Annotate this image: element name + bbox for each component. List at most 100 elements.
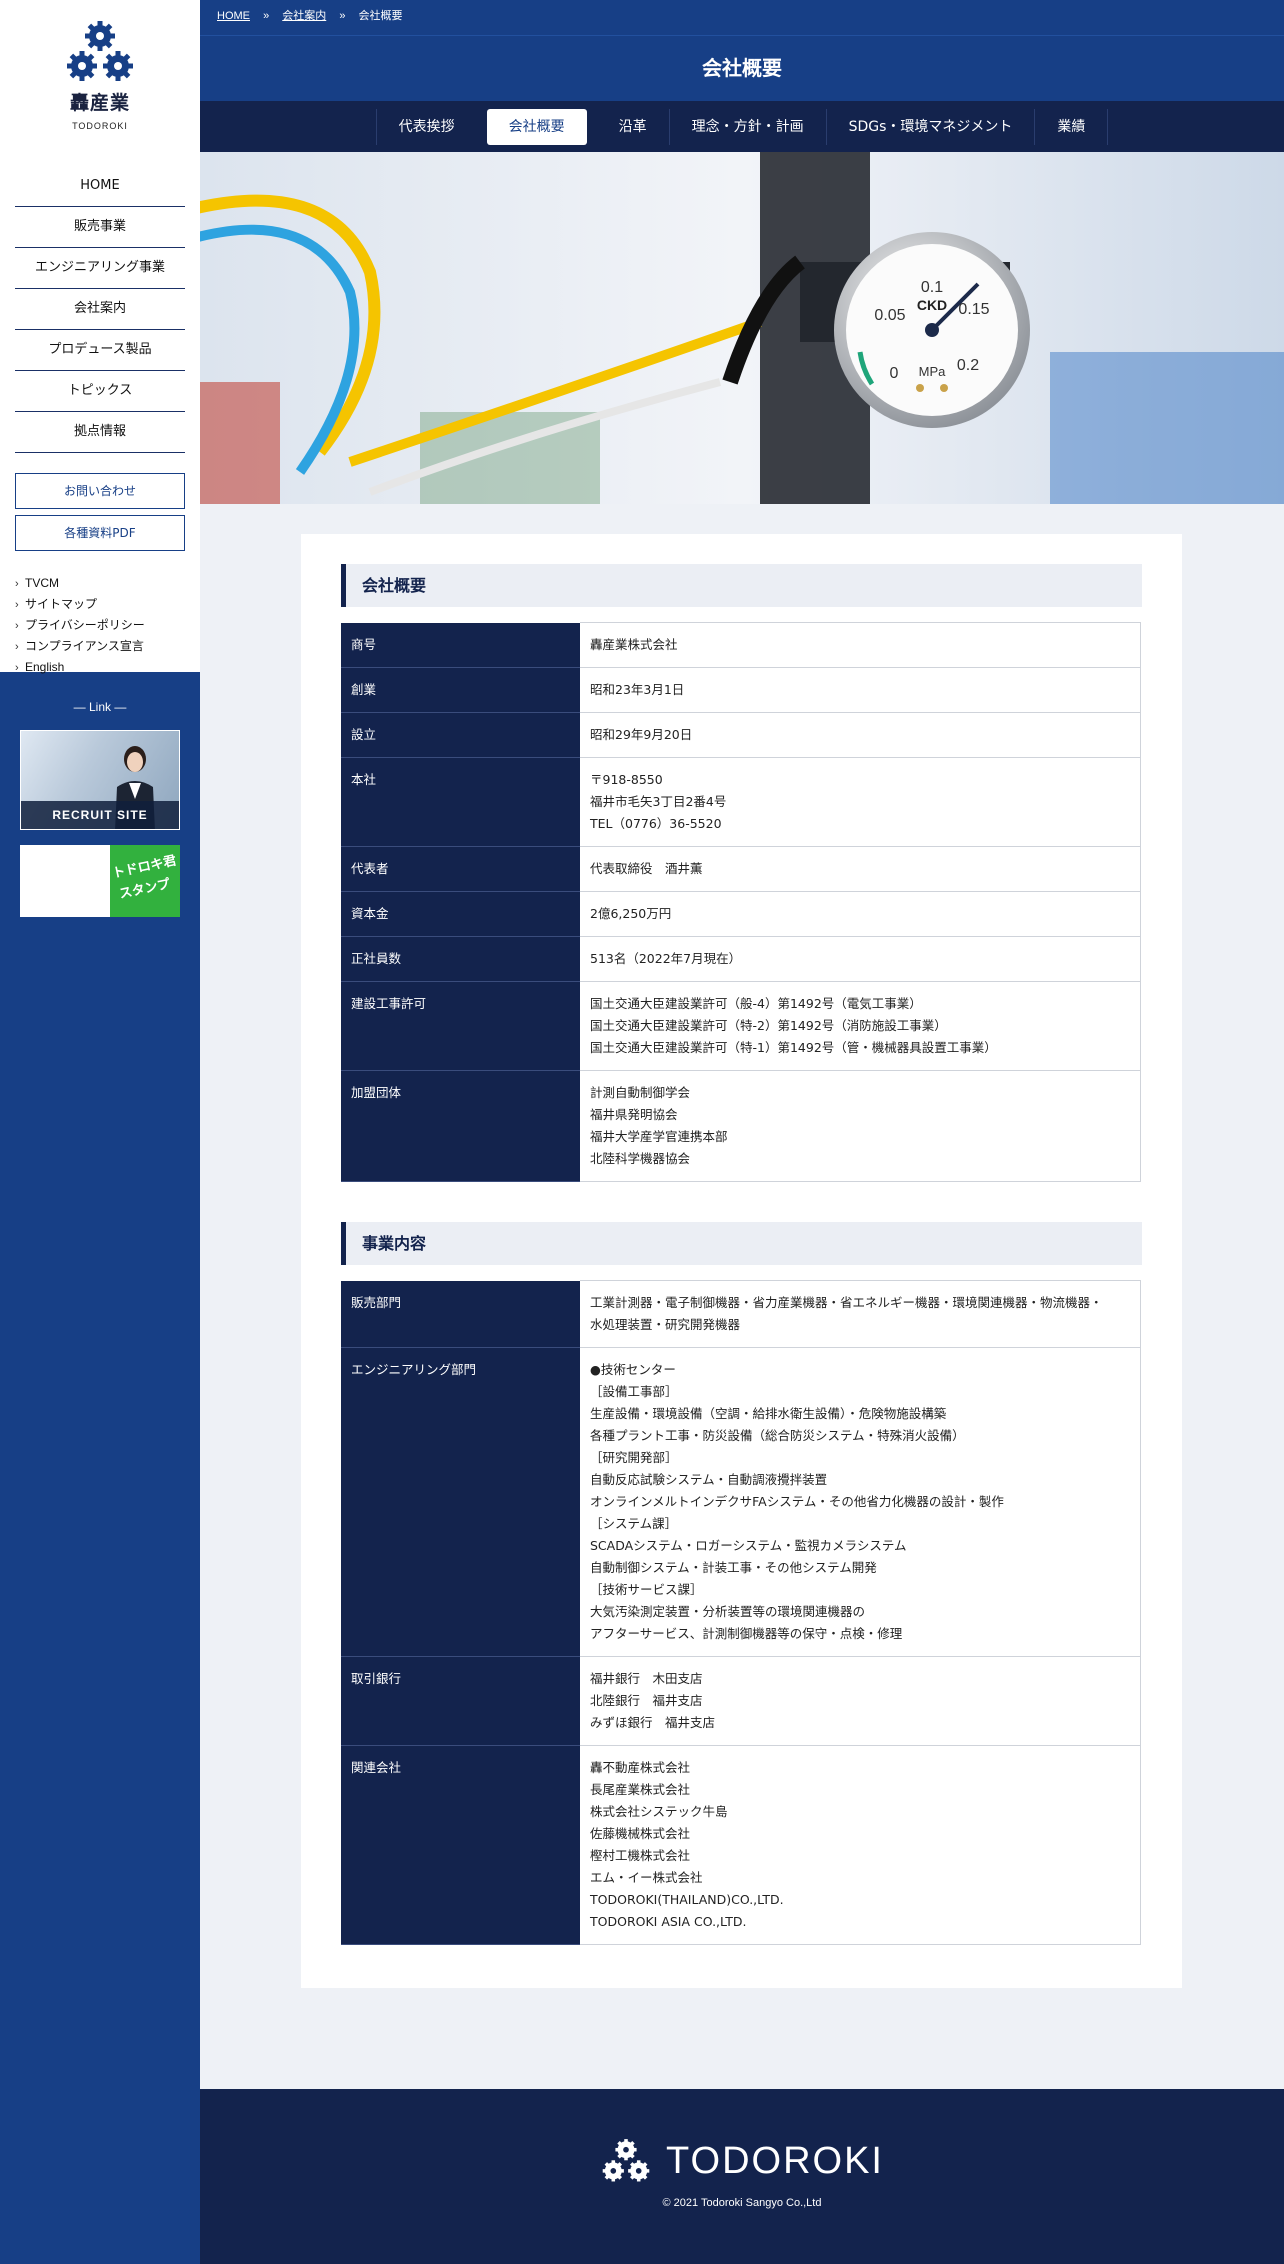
footer-gears-icon	[602, 2139, 650, 2182]
value-line: 各種プラント工事・防災設備（総合防災システム・特殊消火設備）	[590, 1428, 965, 1443]
content-card: 会社概要 商号 轟産業株式会社 創業 昭和23年3月1日 設立 昭和29年9月20日 本社〒…	[301, 534, 1182, 1988]
table-row: 関連会社 轟不動産株式会社 長尾産業株式会社 株式会社システック牛島 佐藤機械株式会社樫…	[341, 1745, 1141, 1945]
row-label: 加盟団体	[341, 1070, 580, 1182]
footer-logo[interactable]: TODOROKI	[600, 2137, 884, 2185]
sidebar: 轟産業 TODOROKI HOME 販売事業 エンジニアリング事業 会社案内 プ…	[0, 0, 200, 2264]
table-row: 加盟団体 計測自動制御学会 福井県発明協会 福井大学産学官連携本部 北陸科学機器協会	[341, 1070, 1141, 1182]
breadcrumb-home[interactable]: HOME	[217, 10, 250, 22]
nav-item-home[interactable]: HOME	[15, 166, 185, 207]
row-label: 創業	[341, 667, 580, 713]
table-row: 資本金 2億6,250万円	[341, 891, 1141, 937]
stamp-banner[interactable]: トドロキ君 スタンプ	[20, 845, 180, 917]
value-line: ●技術センター	[590, 1362, 676, 1377]
value-line: 福井銀行 木田支店	[590, 1671, 703, 1686]
gauge-unit: MPa	[919, 364, 947, 379]
stamp-banner-text: トドロキ君 スタンプ	[110, 845, 180, 917]
main-content: HOME » 会社案内 » 会社概要 会社概要 代表挨拶 会社概要 沿革 理念・…	[200, 0, 1284, 2264]
value-line: 代表取締役 酒井薫	[590, 861, 703, 876]
row-value: 昭和29年9月20日	[580, 712, 1141, 758]
nav-item-company[interactable]: 会社案内	[15, 289, 185, 330]
link-heading: — Link —	[73, 700, 127, 714]
value-line: 2億6,250万円	[590, 906, 672, 921]
table-row: 建設工事許可 国土交通大臣建設業許可（般-4）第1492号（電気工事業） 国土交通大…	[341, 981, 1141, 1071]
tab-message[interactable]: 代表挨拶	[375, 108, 477, 145]
sub-link-label: TVCM	[25, 576, 59, 590]
business-table: 販売部門 工業計測器・電子制御機器・省力産業機器・省エネルギー機器・環境関連機器・…	[341, 1280, 1141, 1945]
sub-link-english[interactable]: › English	[15, 657, 185, 678]
gauge-label-max: 0.2	[957, 357, 979, 374]
main-nav: HOME 販売事業 エンジニアリング事業 会社案内 プロデュース製品 トピックス…	[15, 166, 185, 453]
nav-item-locations[interactable]: 拠点情報	[15, 412, 185, 453]
value-line: 福井県発明協会	[590, 1107, 678, 1122]
logo-english-text: TODOROKI	[72, 121, 128, 131]
value-line: アフターサービス、計測制御機器等の保守・点検・修理	[590, 1626, 903, 1641]
nav-item-sales[interactable]: 販売事業	[15, 207, 185, 248]
table-row: 取引銀行 福井銀行 木田支店 北陸銀行 福井支店 みずほ銀行 福井支店	[341, 1656, 1141, 1746]
value-line: みずほ銀行 福井支店	[590, 1715, 716, 1730]
sidebar-panel: 轟産業 TODOROKI HOME 販売事業 エンジニアリング事業 会社案内 プ…	[0, 0, 200, 674]
value-line: ［システム課］	[590, 1516, 678, 1531]
sub-links: › TVCM › サイトマップ › プライバシーポリシー › コンプライアンス宣言 › E…	[15, 573, 185, 678]
value-line: 工業計測器・電子制御機器・省力産業機器・省エネルギー機器・環境関連機器・物流機器…	[590, 1295, 1103, 1310]
sub-link-sitemap[interactable]: › サイトマップ	[15, 594, 185, 615]
nav-item-products[interactable]: プロデュース製品	[15, 330, 185, 371]
recruit-label: RECRUIT SITE	[21, 801, 179, 829]
pdf-materials-button[interactable]: 各種資料PDF	[15, 515, 185, 551]
row-value: 513名（2022年7月現在）	[580, 936, 1141, 982]
sub-link-compliance[interactable]: › コンプライアンス宣言	[15, 636, 185, 657]
sub-link-privacy[interactable]: › プライバシーポリシー	[15, 615, 185, 636]
row-value: 〒918-8550 福井市毛矢3丁目2番4号 TEL（0776）36-5520	[580, 757, 1141, 847]
logo-japanese-text: 轟産業	[69, 92, 130, 114]
tab-sdgs[interactable]: SDGs・環境マネジメント	[825, 108, 1035, 145]
table-row: エンジニアリング部門 ●技術センター ［設備工事部］ 生産設備・環境設備（空調・給排水…	[341, 1347, 1141, 1657]
value-line: SCADAシステム・ロガーシステム・監視カメラシステム	[590, 1538, 907, 1553]
tab-philosophy[interactable]: 理念・方針・計画	[668, 108, 826, 145]
chevron-right-icon: ›	[15, 620, 19, 632]
value-line: ［技術サービス課］	[590, 1582, 703, 1597]
breadcrumb-company[interactable]: 会社案内	[282, 10, 326, 22]
value-line: 自動反応試験システム・自動調液攪拌装置	[590, 1472, 828, 1487]
contact-button[interactable]: お問い合わせ	[15, 473, 185, 509]
chevron-right-icon: ›	[15, 599, 19, 611]
breadcrumb-separator: »	[263, 10, 270, 22]
gauge-label-left: 0.05	[874, 307, 905, 324]
tab-history[interactable]: 沿革	[597, 109, 669, 145]
value-line: 佐藤機械株式会社	[590, 1826, 691, 1841]
tab-overview[interactable]: 会社概要	[486, 108, 587, 145]
pressure-gauge-photo: 0.1 0.05 0.15 CKD 0 MPa 0.2	[200, 152, 1284, 504]
sub-link-tvcm[interactable]: › TVCM	[15, 573, 185, 594]
row-value: 工業計測器・電子制御機器・省力産業機器・省エネルギー機器・環境関連機器・物流機器…	[580, 1280, 1141, 1348]
value-line: 福井大学産学官連携本部	[590, 1129, 728, 1144]
footer-logo-text: TODOROKI	[666, 2139, 884, 2182]
table-row: 設立 昭和29年9月20日	[341, 712, 1141, 758]
row-label: 正社員数	[341, 936, 580, 982]
value-line: 国土交通大臣建設業許可（般-4）第1492号（電気工事業）	[590, 996, 922, 1011]
value-line: 株式会社システック牛島	[590, 1804, 728, 1819]
value-line: ［設備工事部］	[590, 1384, 678, 1399]
row-label: 販売部門	[341, 1280, 580, 1348]
table-row: 正社員数 513名（2022年7月現在）	[341, 936, 1141, 982]
overview-table-body: 商号 轟産業株式会社 創業 昭和23年3月1日 設立 昭和29年9月20日 本社 〒918-8…	[341, 622, 1141, 1182]
row-value: 轟産業株式会社	[580, 622, 1141, 668]
value-line: TEL（0776）36-5520	[590, 816, 722, 831]
company-logo[interactable]: 轟産業 TODOROKI	[0, 18, 200, 138]
value-line: 水処理装置・研究開発機器	[590, 1317, 741, 1332]
nav-item-topics[interactable]: トピックス	[15, 371, 185, 412]
value-line: 大気汚染測定装置・分析装置等の環境関連機器の	[590, 1604, 866, 1619]
gauge-label-top: 0.1	[921, 279, 943, 296]
nav-item-engineering[interactable]: エンジニアリング事業	[15, 248, 185, 289]
section-heading-overview: 会社概要	[341, 564, 1142, 607]
recruit-site-banner[interactable]: RECRUIT SITE	[20, 730, 180, 830]
breadcrumb-current: 会社概要	[358, 10, 403, 22]
chevron-right-icon: ›	[15, 578, 19, 590]
value-line: 轟産業株式会社	[590, 637, 678, 652]
value-line: 長尾産業株式会社	[590, 1782, 691, 1797]
value-line: 樫村工機株式会社	[590, 1848, 691, 1863]
tab-performance[interactable]: 業績	[1034, 108, 1109, 145]
row-label: 代表者	[341, 846, 580, 892]
value-line: 〒918-8550	[590, 772, 663, 787]
row-value: 2億6,250万円	[580, 891, 1141, 937]
value-line: エム・イー株式会社	[590, 1870, 703, 1885]
gears-logo-icon	[67, 21, 133, 81]
gauge-brand: CKD	[917, 297, 947, 313]
